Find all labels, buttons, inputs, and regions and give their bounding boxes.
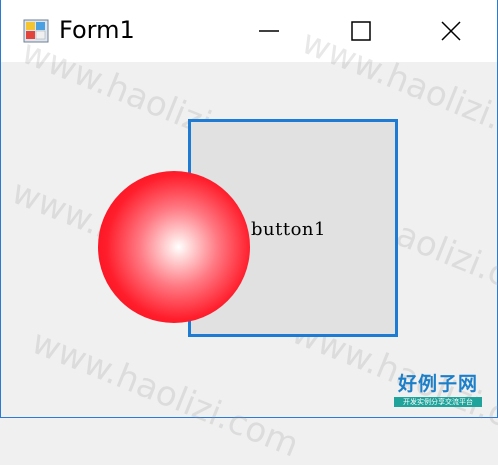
logo-main-text: 好例子网 [397,373,478,395]
form-app-icon[interactable] [23,18,49,44]
watermark-text: www.haolizi.com [26,322,305,465]
site-logo: 好例子网 开发实例分享交流平台 [394,372,482,412]
close-icon [441,21,461,41]
form1-window: Form1 www.haolizi.com www.haolizi.com ww… [0,0,498,465]
minimize-button[interactable] [223,0,315,62]
red-ball[interactable] [98,171,250,323]
close-button[interactable] [405,0,497,62]
minimize-icon [259,30,279,32]
maximize-button[interactable] [315,0,407,62]
maximize-icon [351,21,371,41]
form-client-area: www.haolizi.com www.haolizi.com www.haol… [1,22,498,465]
title-bar[interactable]: Form1 [1,0,497,62]
button1-label: button1 [251,219,326,240]
logo-sub-text: 开发实例分享交流平台 [394,397,482,407]
window-title: Form1 [59,16,135,44]
